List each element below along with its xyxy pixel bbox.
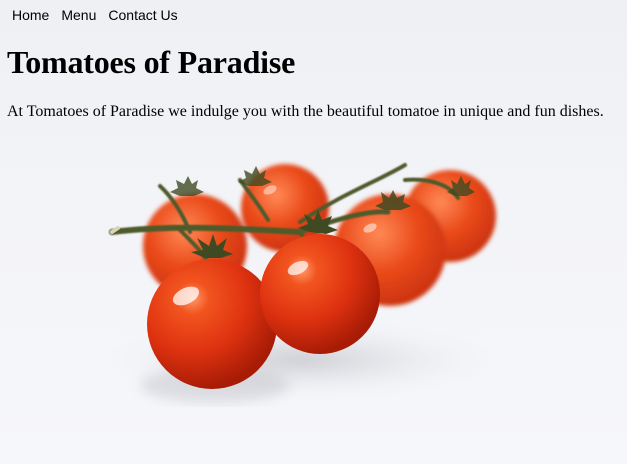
page-title: Tomatoes of Paradise: [7, 44, 296, 80]
intro-paragraph: At Tomatoes of Paradise we indulge you w…: [7, 103, 604, 120]
top-navigation: Home Menu Contact Us: [12, 7, 190, 23]
nav-link-contact-us[interactable]: Contact Us: [108, 7, 177, 23]
nav-link-home[interactable]: Home: [12, 7, 49, 23]
nav-link-menu[interactable]: Menu: [61, 7, 96, 23]
